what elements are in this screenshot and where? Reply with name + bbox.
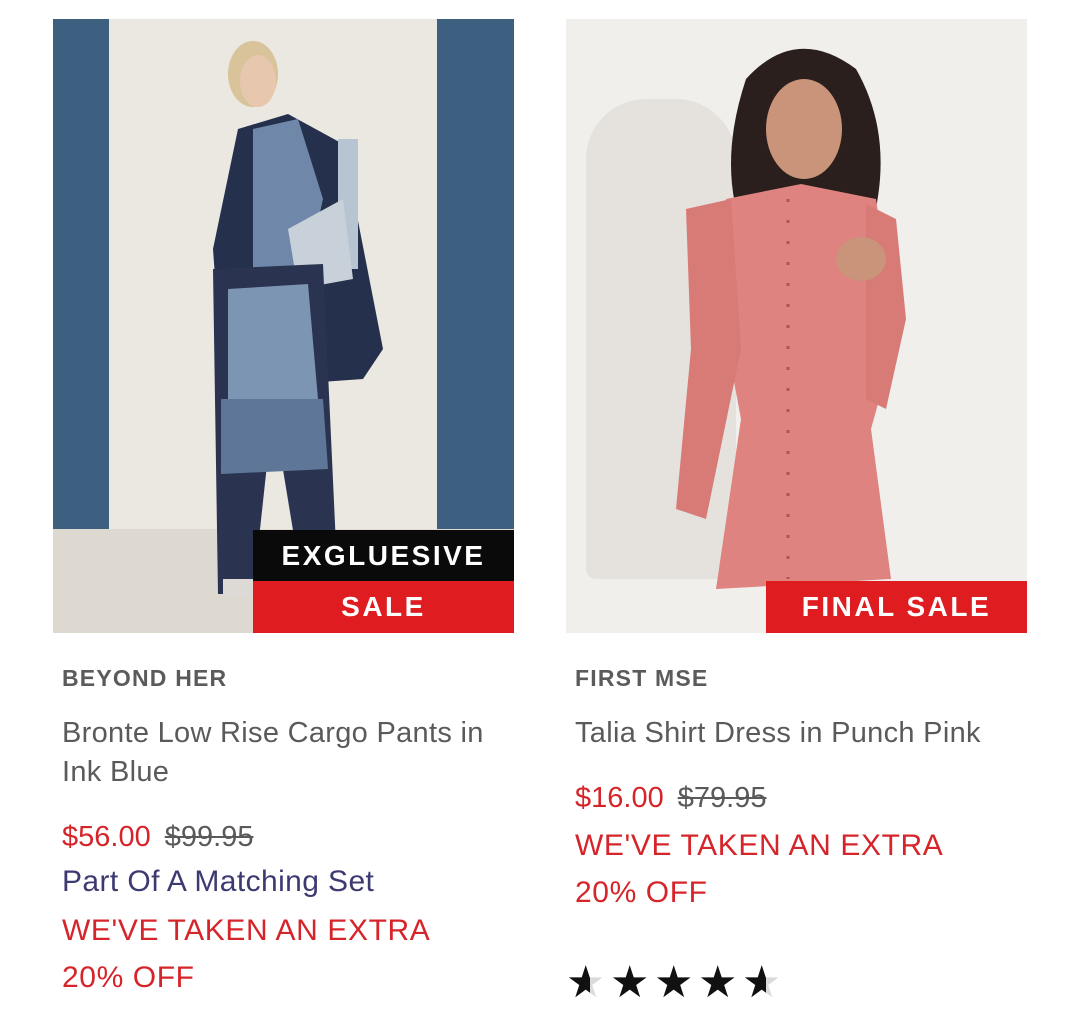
sale-price: $16.00 bbox=[575, 782, 664, 814]
price-row: $56.00 $99.95 bbox=[62, 819, 514, 855]
extra-discount-line1: WE'VE TAKEN AN EXTRA bbox=[575, 829, 944, 862]
product-image[interactable]: EXGLUESIVE SALE bbox=[53, 19, 514, 633]
brand-name[interactable]: FIRST MSE bbox=[575, 665, 1027, 692]
extra-discount-line2: 20% OFF bbox=[62, 961, 195, 994]
extra-discount-text: WE'VE TAKEN AN EXTRA 20% OFF bbox=[575, 822, 1005, 916]
price-row: $16.00 $79.95 bbox=[575, 780, 1027, 816]
product-name[interactable]: Bronte Low Rise Cargo Pants in Ink Blue bbox=[62, 714, 507, 792]
extra-discount-text: WE'VE TAKEN AN EXTRA 20% OFF bbox=[62, 907, 492, 1001]
half-star-icon: ★ ★ bbox=[742, 958, 782, 1007]
original-price: $79.95 bbox=[677, 782, 767, 814]
product-name[interactable]: Talia Shirt Dress in Punch Pink bbox=[575, 714, 1020, 753]
product-grid: EXGLUESIVE SALE BEYOND HER Bronte Low Ri… bbox=[0, 0, 1080, 1035]
final-sale-badge: FINAL SALE bbox=[766, 581, 1027, 633]
exclusive-badge: EXGLUESIVE bbox=[253, 530, 514, 582]
matching-set-link[interactable]: Part Of A Matching Set bbox=[62, 863, 514, 901]
model-illustration bbox=[676, 48, 906, 589]
half-star-icon: ★ ★ bbox=[566, 958, 606, 1007]
product-card-talia[interactable]: FINAL SALE FIRST MSE Talia Shirt Dress i… bbox=[566, 19, 1027, 916]
sale-price: $56.00 bbox=[62, 821, 151, 853]
star-icon: ★ bbox=[654, 958, 694, 1007]
rating-stars[interactable]: ★ ★ ★ ★ ★ ★ ★ bbox=[566, 960, 786, 1006]
star-icon: ★ bbox=[610, 958, 650, 1007]
brand-name[interactable]: BEYOND HER bbox=[62, 665, 514, 692]
extra-discount-line1: WE'VE TAKEN AN EXTRA bbox=[62, 914, 431, 947]
original-price: $99.95 bbox=[164, 821, 254, 853]
star-icon: ★ bbox=[698, 958, 738, 1007]
product-image[interactable]: FINAL SALE bbox=[566, 19, 1027, 633]
sale-badge: SALE bbox=[253, 581, 514, 633]
product-card-bronte[interactable]: EXGLUESIVE SALE BEYOND HER Bronte Low Ri… bbox=[53, 19, 514, 1001]
extra-discount-line2: 20% OFF bbox=[575, 876, 708, 909]
